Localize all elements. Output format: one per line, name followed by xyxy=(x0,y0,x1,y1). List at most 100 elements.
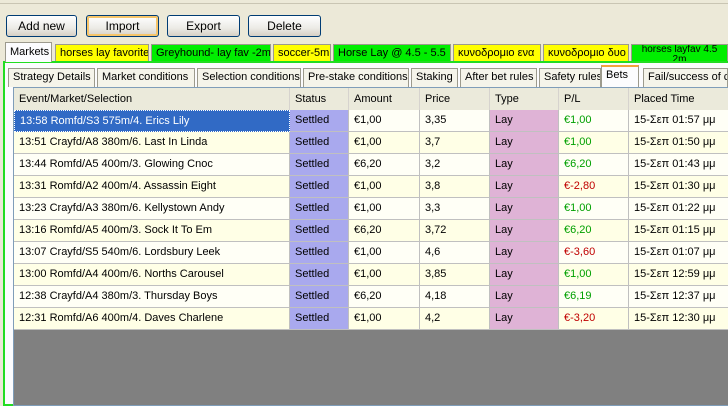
cell-status[interactable]: Settled xyxy=(290,308,349,330)
cell-pl[interactable]: €-3,20 xyxy=(559,308,629,330)
cell-price[interactable]: 4,2 xyxy=(420,308,490,330)
cell-placed-time[interactable]: 15-Σεπ 01:15 μμ xyxy=(629,220,728,242)
tab-soccer-5m[interactable]: soccer-5m xyxy=(273,44,331,62)
tab-selection-conditions[interactable]: Selection conditions xyxy=(197,68,301,87)
tab-kynodromio-dyo[interactable]: κυνοδρομιο δυο xyxy=(543,44,629,62)
table-row[interactable]: 13:07 Crayfd/S5 540m/6. Lordsbury Leek Se… xyxy=(14,242,728,264)
tab-greyhound-lay-fav[interactable]: Greyhound- lay fav -2m xyxy=(151,44,271,62)
add-new-button[interactable]: Add new xyxy=(6,15,77,37)
cell-placed-time[interactable]: 15-Σεπ 12:30 μμ xyxy=(629,308,728,330)
cell-pl[interactable]: €6,19 xyxy=(559,286,629,308)
cell-amount[interactable]: €1,00 xyxy=(349,198,420,220)
cell-price[interactable]: 3,85 xyxy=(420,264,490,286)
cell-type[interactable]: Lay xyxy=(490,308,559,330)
cell-pl[interactable]: €6,20 xyxy=(559,154,629,176)
cell-price[interactable]: 4,6 xyxy=(420,242,490,264)
cell-event[interactable]: 13:51 Crayfd/A8 380m/6. Last In Linda xyxy=(14,132,290,154)
cell-type[interactable]: Lay xyxy=(490,264,559,286)
cell-status[interactable]: Settled xyxy=(290,242,349,264)
cell-type[interactable]: Lay xyxy=(490,198,559,220)
cell-status[interactable]: Settled xyxy=(290,220,349,242)
cell-type[interactable]: Lay xyxy=(490,242,559,264)
tab-horses-layfav-2m[interactable]: horses layfav 4.5 2m xyxy=(631,44,728,62)
cell-price[interactable]: 4,18 xyxy=(420,286,490,308)
cell-pl[interactable]: €6,20 xyxy=(559,220,629,242)
cell-price[interactable]: 3,35 xyxy=(420,110,490,132)
cell-event[interactable]: 12:31 Romfd/A6 400m/4. Daves Charlene xyxy=(14,308,290,330)
tab-horses-lay-favorite[interactable]: horses lay favorite xyxy=(55,44,149,62)
cell-placed-time[interactable]: 15-Σεπ 12:59 μμ xyxy=(629,264,728,286)
cell-type[interactable]: Lay xyxy=(490,286,559,308)
table-row[interactable]: 12:38 Crayfd/A4 380m/3. Thursday Boys Set… xyxy=(14,286,728,308)
table-row[interactable]: 13:00 Romfd/A4 400m/6. Norths Carousel Se… xyxy=(14,264,728,286)
cell-type[interactable]: Lay xyxy=(490,154,559,176)
table-row[interactable]: 13:44 Romfd/A5 400m/3. Glowing Cnoc Settl… xyxy=(14,154,728,176)
tab-strategy-details[interactable]: Strategy Details xyxy=(8,68,95,87)
cell-event[interactable]: 13:58 Romfd/S3 575m/4. Erics Lily xyxy=(14,110,290,132)
tab-markets[interactable]: Markets xyxy=(5,42,52,62)
cell-price[interactable]: 3,72 xyxy=(420,220,490,242)
cell-placed-time[interactable]: 15-Σεπ 01:22 μμ xyxy=(629,198,728,220)
cell-pl[interactable]: €1,00 xyxy=(559,110,629,132)
cell-type[interactable]: Lay xyxy=(490,110,559,132)
tab-pre-stake-conditions[interactable]: Pre-stake conditions xyxy=(303,68,409,87)
table-row[interactable]: 13:23 Crayfd/A3 380m/6. Kellystown Andy S… xyxy=(14,198,728,220)
tab-safety-rules[interactable]: Safety rules xyxy=(539,68,601,87)
cell-placed-time[interactable]: 15-Σεπ 01:07 μμ xyxy=(629,242,728,264)
table-row[interactable]: 12:31 Romfd/A6 400m/4. Daves Charlene Set… xyxy=(14,308,728,330)
cell-amount[interactable]: €1,00 xyxy=(349,242,420,264)
cell-pl[interactable]: €1,00 xyxy=(559,132,629,154)
cell-placed-time[interactable]: 15-Σεπ 01:50 μμ xyxy=(629,132,728,154)
cell-amount[interactable]: €1,00 xyxy=(349,110,420,132)
cell-price[interactable]: 3,3 xyxy=(420,198,490,220)
cell-type[interactable]: Lay xyxy=(490,176,559,198)
cell-price[interactable]: 3,8 xyxy=(420,176,490,198)
tab-market-conditions[interactable]: Market conditions xyxy=(97,68,195,87)
table-row[interactable]: 13:31 Romfd/A2 400m/4. Assassin Eight Set… xyxy=(14,176,728,198)
cell-amount[interactable]: €1,00 xyxy=(349,264,420,286)
delete-button[interactable]: Delete xyxy=(248,15,321,37)
export-button[interactable]: Export xyxy=(167,15,240,37)
cell-placed-time[interactable]: 15-Σεπ 01:43 μμ xyxy=(629,154,728,176)
tab-staking[interactable]: Staking xyxy=(411,68,458,87)
col-header-pl[interactable]: P/L xyxy=(559,88,629,110)
cell-pl[interactable]: €-3,60 xyxy=(559,242,629,264)
cell-status[interactable]: Settled xyxy=(290,110,349,132)
cell-status[interactable]: Settled xyxy=(290,286,349,308)
cell-pl[interactable]: €1,00 xyxy=(559,198,629,220)
cell-amount[interactable]: €1,00 xyxy=(349,308,420,330)
import-button[interactable]: Import xyxy=(86,15,159,37)
cell-placed-time[interactable]: 15-Σεπ 12:37 μμ xyxy=(629,286,728,308)
cell-placed-time[interactable]: 15-Σεπ 01:57 μμ xyxy=(629,110,728,132)
col-header-amount[interactable]: Amount xyxy=(349,88,420,110)
cell-amount[interactable]: €1,00 xyxy=(349,176,420,198)
tab-after-bet-rules[interactable]: After bet rules xyxy=(460,68,537,87)
cell-event[interactable]: 13:31 Romfd/A2 400m/4. Assassin Eight xyxy=(14,176,290,198)
cell-event[interactable]: 13:07 Crayfd/S5 540m/6. Lordsbury Leek xyxy=(14,242,290,264)
cell-event[interactable]: 13:44 Romfd/A5 400m/3. Glowing Cnoc xyxy=(14,154,290,176)
table-row[interactable]: 13:16 Romfd/A5 400m/3. Sock It To Em Sett… xyxy=(14,220,728,242)
cell-price[interactable]: 3,2 xyxy=(420,154,490,176)
cell-event[interactable]: 13:16 Romfd/A5 400m/3. Sock It To Em xyxy=(14,220,290,242)
tab-kynodromio-ena[interactable]: κυνοδρομιο ενα xyxy=(453,44,541,62)
cell-event[interactable]: 13:00 Romfd/A4 400m/6. Norths Carousel xyxy=(14,264,290,286)
tab-horse-lay-4-5[interactable]: Horse Lay @ 4.5 - 5.5 xyxy=(333,44,451,62)
cell-status[interactable]: Settled xyxy=(290,176,349,198)
cell-status[interactable]: Settled xyxy=(290,132,349,154)
table-row[interactable]: 13:58 Romfd/S3 575m/4. Erics Lily Settled… xyxy=(14,110,728,132)
cell-status[interactable]: Settled xyxy=(290,198,349,220)
cell-amount[interactable]: €1,00 xyxy=(349,132,420,154)
col-header-placed-time[interactable]: Placed Time xyxy=(629,88,728,110)
cell-price[interactable]: 3,7 xyxy=(420,132,490,154)
cell-amount[interactable]: €6,20 xyxy=(349,154,420,176)
cell-amount[interactable]: €6,20 xyxy=(349,286,420,308)
cell-status[interactable]: Settled xyxy=(290,154,349,176)
cell-status[interactable]: Settled xyxy=(290,264,349,286)
cell-type[interactable]: Lay xyxy=(490,220,559,242)
cell-pl[interactable]: €1,00 xyxy=(559,264,629,286)
tab-fail-success[interactable]: Fail/success of co xyxy=(643,68,728,87)
cell-event[interactable]: 12:38 Crayfd/A4 380m/3. Thursday Boys xyxy=(14,286,290,308)
table-row[interactable]: 13:51 Crayfd/A8 380m/6. Last In Linda Set… xyxy=(14,132,728,154)
col-header-price[interactable]: Price xyxy=(420,88,490,110)
col-header-status[interactable]: Status xyxy=(290,88,349,110)
